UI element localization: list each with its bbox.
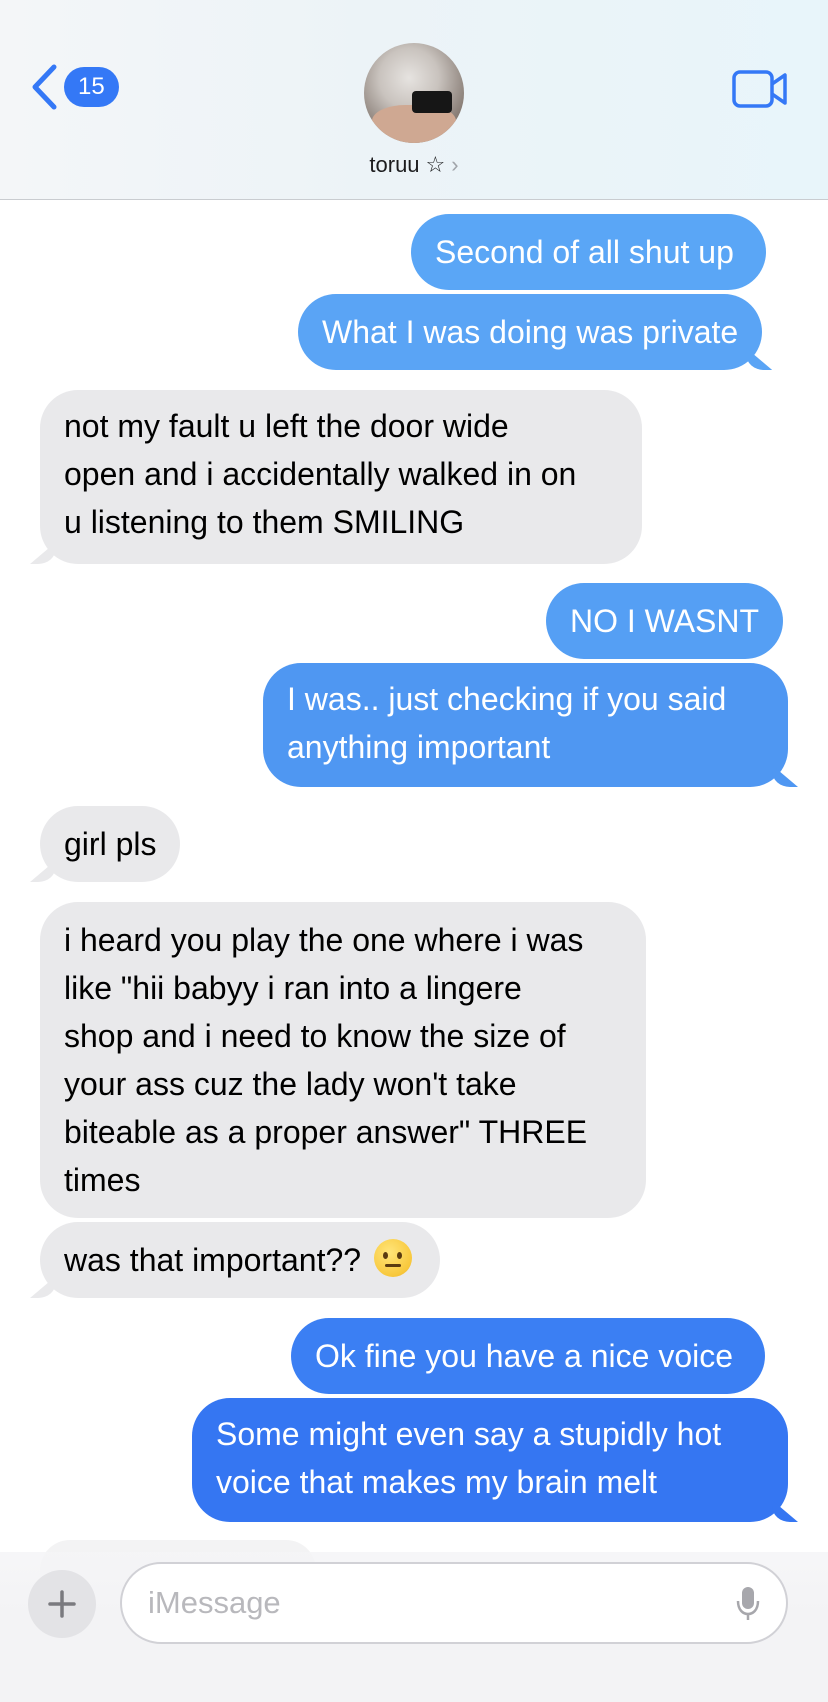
imessage-conversation-screen: 15 toruu ☆ › Second of all shut up What … [0, 0, 828, 1702]
unread-count-badge: 15 [64, 67, 119, 107]
microphone-icon[interactable] [736, 1586, 760, 1622]
message-bubble-sent[interactable]: What I was doing was private [298, 294, 763, 370]
star-icon: ☆ [425, 152, 446, 177]
message-text-line: times [64, 1162, 141, 1198]
message-text-line: open and i accidentally walked in on [64, 456, 577, 492]
contact-avatar[interactable] [364, 43, 464, 143]
message-bubble-sent[interactable]: Ok fine you have a nice voice [291, 1318, 766, 1394]
chevron-right-icon: › [451, 152, 459, 177]
video-camera-icon [732, 70, 787, 108]
message-input[interactable] [148, 1585, 708, 1621]
message-text: girl pls [64, 826, 157, 862]
message-text: What I was doing was private [322, 314, 739, 350]
contact-name: toruu [369, 152, 420, 177]
contact-name-row[interactable]: toruu ☆ › [0, 152, 828, 178]
conversation-header: 15 toruu ☆ › [0, 0, 828, 200]
message-text: Ok fine you have a nice voice [315, 1338, 734, 1374]
message-text-line: I was.. just checking if you said [287, 681, 727, 717]
message-bubble-sent[interactable]: NO I WASNT [546, 583, 784, 659]
imessage-input-field[interactable] [120, 1562, 788, 1644]
message-bubble-received[interactable]: i heard you play the one where i was lik… [40, 902, 646, 1218]
message-bubble-received[interactable]: girl pls [40, 806, 181, 882]
face-with-raised-eyebrow-icon [373, 1239, 412, 1277]
message-text: Second of all shut up [435, 234, 734, 270]
message-text-line: anything important [287, 729, 551, 765]
message-text-line: biteable as a proper answer" THREE [64, 1114, 588, 1150]
plus-icon [48, 1590, 76, 1618]
message-text-line: u listening to them SMILING [64, 504, 465, 540]
avatar-photo-phone [412, 91, 452, 113]
facetime-video-button[interactable] [732, 70, 788, 113]
message-text: was that important?? [64, 1242, 362, 1278]
message-text-line: i heard you play the one where i was [64, 922, 584, 958]
message-text-line: shop and i need to know the size of [64, 1018, 566, 1054]
add-attachment-button[interactable] [28, 1570, 96, 1638]
message-text: NO I WASNT [570, 603, 760, 639]
message-text-line: like "hii babyy i ran into a lingere [64, 970, 522, 1006]
message-text-line: voice that makes my brain melt [216, 1464, 658, 1500]
chevron-left-icon [32, 64, 57, 110]
back-button[interactable]: 15 [30, 64, 119, 110]
message-bubble-received[interactable]: was that important?? [40, 1222, 440, 1298]
message-text-line: not my fault u left the door wide [64, 408, 509, 444]
message-bubble-sent[interactable]: I was.. just checking if you said anythi… [263, 663, 788, 787]
message-bubble-sent[interactable]: Second of all shut up [411, 214, 766, 290]
message-bubble-received[interactable]: not my fault u left the door wide open a… [40, 390, 642, 564]
message-bubble-sent[interactable]: Some might even say a stupidly hot voice… [192, 1398, 788, 1522]
message-text-line: Some might even say a stupidly hot [216, 1416, 722, 1452]
message-text-line: your ass cuz the lady won't take [64, 1066, 517, 1102]
